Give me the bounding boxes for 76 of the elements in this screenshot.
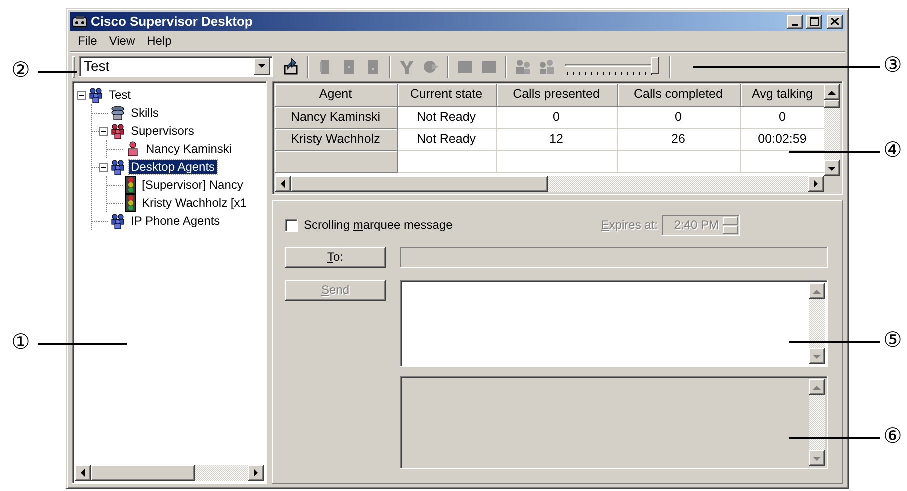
collapse-toggle[interactable] (99, 126, 108, 136)
scroll-up-button[interactable] (809, 379, 825, 395)
leader-line (38, 71, 77, 73)
tree-item[interactable]: [Supervisor] Nancy (140, 178, 246, 192)
maximize-icon (810, 17, 818, 26)
tree-item[interactable]: Skills (129, 106, 162, 120)
callout-number: ⑤ (882, 329, 904, 353)
people-icon (110, 213, 126, 229)
callout-number: ⑥ (882, 425, 904, 449)
checkbox-label[interactable]: Scrolling marquee message (304, 218, 453, 232)
column-header[interactable]: Calls presented (496, 84, 617, 106)
recipient-field[interactable] (400, 247, 828, 268)
scroll-left-button[interactable] (75, 465, 91, 481)
callout-number: ④ (882, 139, 904, 163)
column-header[interactable]: Avg talking (740, 84, 824, 106)
team-dropdown[interactable]: Test (79, 56, 273, 77)
menu-item[interactable]: Help (141, 34, 178, 48)
scroll-thumb[interactable] (91, 465, 195, 481)
checkbox[interactable] (285, 218, 298, 232)
table-cell: 0 (617, 106, 740, 128)
tree-item[interactable]: IP Phone Agents (129, 214, 222, 228)
callout-number: ① (10, 331, 32, 355)
export-icon[interactable] (282, 58, 300, 76)
scroll-right-button[interactable] (248, 465, 264, 481)
person-icon (125, 141, 141, 157)
column-header[interactable]: Agent (275, 84, 397, 106)
row-header: Nancy Kaminski (275, 106, 397, 128)
close-icon (831, 18, 839, 25)
caret-down-icon (258, 64, 266, 69)
scroll-down-button[interactable] (809, 348, 825, 364)
scroll-up-button[interactable] (824, 84, 840, 100)
column-header[interactable]: Current state (397, 84, 496, 106)
traffic-light-icon (125, 194, 137, 212)
callout-number: ② (10, 59, 32, 83)
scroll-thumb[interactable] (291, 176, 548, 192)
message-field[interactable] (400, 280, 828, 367)
collapse-toggle[interactable] (99, 162, 108, 172)
scroll-up-button[interactable] (809, 283, 825, 299)
app-icon (72, 14, 88, 28)
minimize-button[interactable] (787, 14, 803, 28)
table-cell: Not Ready (397, 106, 496, 128)
phone-stack-icon (110, 105, 126, 121)
people-icon (88, 87, 104, 103)
traffic-light-icon (125, 176, 137, 194)
tree-item[interactable]: Kristy Wachholz [x1 (140, 196, 249, 210)
callout-number: ③ (882, 54, 904, 78)
row-header: Kristy Wachholz (275, 128, 397, 150)
window-title: Cisco Supervisor Desktop (91, 14, 254, 30)
volume-slider[interactable] (563, 56, 659, 78)
tree-item[interactable]: Nancy Kaminski (144, 142, 234, 156)
menu-item[interactable]: File (72, 34, 104, 48)
time-field: 2:40 PM (662, 214, 740, 236)
column-header[interactable]: Calls completed (617, 84, 740, 106)
table-cell: Not Ready (397, 128, 496, 150)
tree-item[interactable]: Desktop Agents (129, 160, 218, 174)
scroll-thumb[interactable] (824, 100, 840, 108)
scroll-left-button[interactable] (275, 176, 291, 192)
table-cell: 0 (496, 106, 617, 128)
close-button[interactable] (827, 14, 843, 28)
slider-thumb[interactable] (651, 56, 659, 74)
menu-item[interactable]: View (103, 34, 142, 48)
table-cell: 12 (496, 128, 617, 150)
maximize-button[interactable] (806, 14, 822, 28)
people-icon (110, 123, 126, 139)
expires-label: Expires at: (601, 218, 658, 232)
push-button: Send (285, 280, 386, 301)
scroll-right-button[interactable] (808, 176, 824, 192)
scroll-down-button[interactable] (809, 450, 825, 466)
people-icon (110, 159, 126, 175)
tree-item[interactable]: Test (107, 88, 134, 102)
minimize-icon (792, 24, 798, 26)
scroll-down-button[interactable] (824, 160, 840, 176)
tree-item[interactable]: Supervisors (129, 124, 196, 138)
table-cell: 26 (617, 128, 740, 150)
collapse-toggle[interactable] (77, 90, 86, 100)
push-button[interactable]: To: (285, 247, 386, 268)
